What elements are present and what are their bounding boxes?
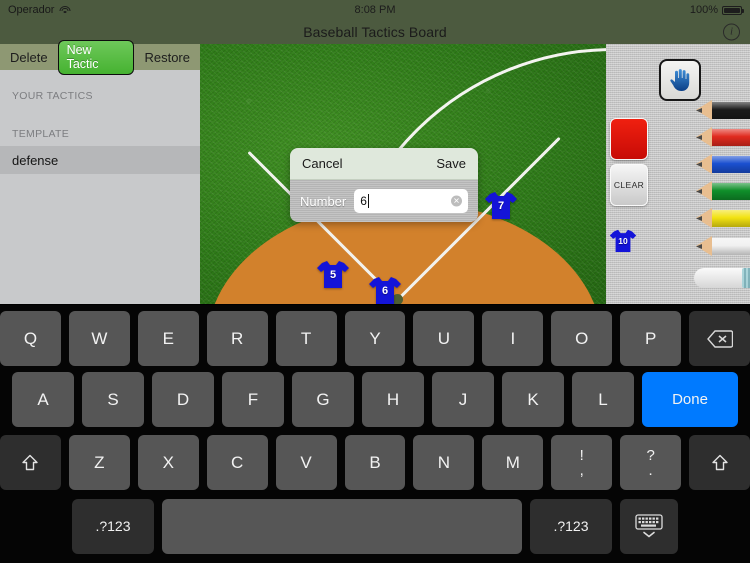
key-p[interactable]: P: [620, 311, 682, 366]
player-number: 5: [329, 269, 337, 281]
key-question-label: ?: [646, 446, 655, 464]
section-header-template: TEMPLATE: [12, 128, 70, 140]
shift-icon[interactable]: [0, 435, 61, 490]
status-bar-clock: 8:08 PM: [354, 4, 396, 16]
pencil-body: [712, 210, 750, 227]
pencil-white[interactable]: [696, 236, 750, 257]
status-bar: Operador 8:08 PM 100%: [0, 0, 750, 20]
list-item-defense[interactable]: defense: [0, 146, 200, 174]
eraser-ferrule: [742, 268, 750, 288]
number-dialog: Cancel Save Number 6 ✕: [290, 148, 478, 222]
key-s[interactable]: S: [82, 372, 144, 427]
player-jersey[interactable]: 5: [316, 259, 350, 289]
keyboard-row-2: A S D F G H J K L Done: [0, 368, 750, 431]
text-caret: [367, 194, 369, 208]
page-title: Baseball Tactics Board: [303, 24, 447, 40]
number-input-value: 6: [360, 194, 367, 208]
key-o[interactable]: O: [551, 311, 613, 366]
key-h[interactable]: H: [362, 372, 424, 427]
pencil-green[interactable]: [696, 181, 750, 202]
key-j[interactable]: J: [432, 372, 494, 427]
key-e[interactable]: E: [137, 311, 199, 366]
player-number: 7: [497, 200, 505, 212]
hide-keyboard-icon[interactable]: [620, 498, 678, 554]
sidebar: Delete New Tactic Restore YOUR TACTICS T…: [0, 39, 200, 304]
key-question-period[interactable]: ? .: [620, 435, 682, 490]
done-key[interactable]: Done: [642, 372, 738, 427]
pencil-blue[interactable]: [696, 154, 750, 175]
key-w[interactable]: W: [68, 311, 130, 366]
hand-icon: [670, 69, 690, 91]
player-jersey[interactable]: 7: [484, 190, 518, 220]
player-jersey[interactable]: 6: [368, 275, 402, 304]
pencil-body: [712, 129, 750, 146]
pencil-body: [712, 238, 750, 255]
key-y[interactable]: Y: [344, 311, 406, 366]
keyboard-row-1: Q W E R T Y U I O P: [0, 305, 750, 368]
keyboard-row-3: Z X C V B N M ! , ? .: [0, 431, 750, 494]
eraser-tool[interactable]: [694, 268, 750, 288]
key-r[interactable]: R: [206, 311, 268, 366]
keyboard-row-4: .?123 .?123: [0, 494, 750, 558]
key-i[interactable]: I: [482, 311, 544, 366]
panel-jersey-number: 10: [618, 236, 628, 246]
on-screen-keyboard: Q W E R T Y U I O P A S D F G H J K L Do…: [0, 305, 750, 563]
save-button[interactable]: Save: [436, 156, 466, 171]
key-x[interactable]: X: [137, 435, 199, 490]
clear-button[interactable]: CLEAR: [610, 164, 648, 206]
key-q[interactable]: Q: [0, 311, 61, 366]
key-z[interactable]: Z: [68, 435, 130, 490]
battery-icon: [722, 5, 744, 15]
pencil-yellow[interactable]: [696, 208, 750, 229]
info-icon[interactable]: i: [723, 23, 740, 41]
key-a[interactable]: A: [12, 372, 74, 427]
pencil-body: [712, 156, 750, 173]
key-k[interactable]: K: [502, 372, 564, 427]
delete-button[interactable]: Delete: [10, 50, 48, 65]
key-exclam-label: !: [579, 446, 584, 464]
key-g[interactable]: G: [292, 372, 354, 427]
pencil-body: [712, 102, 750, 119]
key-period-label: .: [648, 461, 653, 479]
list-item-label: defense: [12, 152, 59, 168]
hand-tool-button[interactable]: [659, 59, 701, 101]
key-b[interactable]: B: [344, 435, 406, 490]
numeric-key-right[interactable]: .?123: [530, 498, 612, 554]
dialog-header: Cancel Save: [290, 148, 478, 180]
restore-button[interactable]: Restore: [144, 50, 190, 65]
dialog-body: Number 6 ✕: [290, 180, 478, 222]
key-l[interactable]: L: [572, 372, 634, 427]
number-input[interactable]: 6 ✕: [354, 189, 468, 213]
add-player-jersey-button[interactable]: 10: [609, 228, 637, 253]
number-field-label: Number: [300, 193, 347, 209]
pencil-red[interactable]: [696, 127, 750, 148]
key-v[interactable]: V: [275, 435, 337, 490]
key-t[interactable]: T: [275, 311, 337, 366]
key-f[interactable]: F: [222, 372, 284, 427]
key-n[interactable]: N: [413, 435, 475, 490]
key-exclam-comma[interactable]: ! ,: [551, 435, 613, 490]
key-comma-label: ,: [579, 461, 584, 479]
new-tactic-button[interactable]: New Tactic: [57, 39, 135, 75]
clear-text-icon[interactable]: ✕: [451, 195, 462, 207]
key-d[interactable]: D: [152, 372, 214, 427]
backspace-icon[interactable]: [689, 311, 750, 366]
key-u[interactable]: U: [413, 311, 475, 366]
sidebar-toolbar: Delete New Tactic Restore: [0, 39, 200, 75]
player-number: 6: [381, 285, 389, 297]
pencil-body: [712, 183, 750, 200]
key-c[interactable]: C: [206, 435, 268, 490]
cancel-button[interactable]: Cancel: [302, 156, 342, 171]
pencil-black[interactable]: [696, 100, 750, 121]
space-key[interactable]: [162, 498, 522, 554]
key-m[interactable]: M: [482, 435, 544, 490]
numeric-key-left[interactable]: .?123: [72, 498, 154, 554]
section-header-your-tactics: YOUR TACTICS: [12, 90, 93, 102]
current-color-swatch[interactable]: [610, 118, 648, 160]
app-root: Operador 8:08 PM 100% Baseball Tactics B…: [0, 0, 750, 563]
shift-right-icon[interactable]: [689, 435, 750, 490]
